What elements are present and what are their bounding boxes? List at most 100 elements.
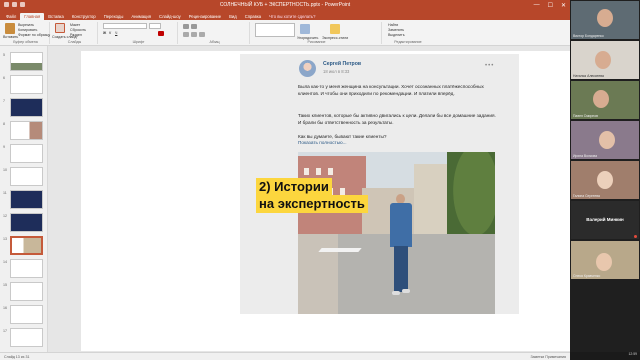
close-button[interactable]: ✕ bbox=[561, 2, 566, 9]
slide-thumbnail[interactable]: 12 bbox=[0, 213, 48, 233]
font-family-select[interactable] bbox=[103, 23, 147, 29]
arrange-icon[interactable] bbox=[300, 24, 310, 34]
participant-tile[interactable]: Валерий Минкин bbox=[571, 201, 639, 239]
participant-tile[interactable]: Павел Смирнов bbox=[571, 81, 639, 119]
slide-thumbnail[interactable]: 16 bbox=[0, 305, 48, 325]
editing-group: Найти Заменить Выделить Редактирование bbox=[384, 22, 432, 44]
window-controls: — ☐ ✕ bbox=[534, 2, 566, 9]
align-left-icon[interactable] bbox=[183, 32, 189, 37]
tab-review[interactable]: Рецензирование bbox=[185, 13, 225, 20]
tab-view[interactable]: Вид bbox=[225, 13, 241, 20]
slide-number: 9 bbox=[3, 145, 5, 149]
section-button[interactable]: Раздел bbox=[70, 33, 82, 37]
slide-number: 16 bbox=[3, 306, 7, 310]
participant-name: Виктор Бондаренко bbox=[573, 34, 604, 38]
minimize-button[interactable]: — bbox=[534, 2, 540, 9]
participant-tile[interactable]: Виктор Бондаренко bbox=[571, 1, 639, 39]
find-button[interactable]: Найти bbox=[388, 23, 398, 27]
participant-video bbox=[596, 253, 612, 271]
replace-button[interactable]: Заменить bbox=[388, 28, 404, 32]
ribbon-tabs: Файл Главная Вставка Конструктор Переход… bbox=[0, 11, 570, 20]
participant-video bbox=[593, 90, 609, 108]
slide-thumbnail[interactable]: 15 bbox=[0, 282, 48, 302]
post-paragraph: Была как-то у меня женщина на консультац… bbox=[298, 84, 484, 97]
slides-group-label: Слайды bbox=[67, 40, 82, 44]
tab-slideshow[interactable]: Слайд-шоу bbox=[155, 13, 185, 20]
editing-group-label: Редактирование bbox=[394, 40, 422, 44]
clipboard-group: Вставить Вырезать Копировать Формат по о… bbox=[2, 22, 50, 44]
reset-button[interactable]: Сбросить bbox=[70, 28, 86, 32]
slide-thumbnail[interactable]: 6 bbox=[0, 75, 48, 95]
participant-tile[interactable]: Наталья Алексеева bbox=[571, 41, 639, 79]
slide-thumbnail[interactable]: 14 bbox=[0, 259, 48, 279]
muted-mic-icon bbox=[634, 235, 637, 238]
show-more-link[interactable]: Показать полностью... bbox=[298, 140, 347, 145]
slide-number: 10 bbox=[3, 168, 7, 172]
slide-thumbnail-selected[interactable]: 13 bbox=[0, 236, 48, 256]
format-painter-button[interactable]: Формат по образцу bbox=[18, 33, 50, 37]
slide-number: 15 bbox=[3, 283, 7, 287]
tab-file[interactable]: Файл bbox=[2, 13, 20, 20]
slide-thumbnail[interactable]: 5 bbox=[0, 52, 48, 72]
numbering-icon[interactable] bbox=[191, 24, 197, 29]
slide-thumbnail[interactable]: 7 bbox=[0, 98, 48, 118]
participant-video bbox=[599, 131, 615, 149]
quick-styles-icon[interactable] bbox=[330, 24, 340, 34]
bullets-icon[interactable] bbox=[183, 24, 189, 29]
font-color-icon[interactable] bbox=[158, 31, 164, 36]
notes-comments-buttons[interactable]: Заметки Примечания bbox=[531, 355, 567, 359]
tab-animations[interactable]: Анимация bbox=[127, 13, 155, 20]
author-avatar bbox=[299, 60, 316, 77]
post-author: Сергей Петров bbox=[323, 61, 362, 67]
select-button[interactable]: Выделить bbox=[388, 33, 405, 37]
bold-icon[interactable]: Ж bbox=[103, 31, 106, 35]
drawing-group-label: Рисование bbox=[307, 40, 326, 44]
tab-insert[interactable]: Вставка bbox=[44, 13, 68, 20]
slide-thumbnail[interactable]: 10 bbox=[0, 167, 48, 187]
slide-heading-line1[interactable]: 2) Истории bbox=[256, 178, 332, 196]
slides-group: Создать слайд Макет Сбросить Раздел Слай… bbox=[52, 22, 98, 44]
status-bar: Слайд 13 из 31 Заметки Примечания bbox=[0, 352, 570, 360]
tab-home[interactable]: Главная bbox=[20, 13, 45, 20]
tell-me-search[interactable]: Что вы хотите сделать? bbox=[265, 13, 319, 20]
slide-thumbnail[interactable]: 9 bbox=[0, 144, 48, 164]
system-tray: 12:59 bbox=[570, 352, 640, 360]
post-paragraph: Таких клиентов, которые бы активно двига… bbox=[298, 113, 496, 126]
font-group-label: Шрифт bbox=[132, 40, 145, 44]
align-right-icon[interactable] bbox=[199, 32, 205, 37]
slide-thumbnail[interactable]: 8 bbox=[0, 121, 48, 141]
more-options-icon[interactable]: ••• bbox=[485, 63, 494, 69]
cut-button[interactable]: Вырезать bbox=[18, 23, 34, 27]
participant-video bbox=[597, 171, 613, 189]
slide-preview bbox=[10, 305, 43, 324]
shapes-gallery[interactable] bbox=[255, 23, 295, 37]
participant-tile[interactable]: Олеся Кравченко bbox=[571, 241, 639, 279]
italic-icon[interactable]: К bbox=[109, 31, 111, 35]
tab-transitions[interactable]: Переходы bbox=[100, 13, 128, 20]
slide-preview bbox=[10, 282, 43, 301]
slide-heading-line2[interactable]: на экспертность bbox=[256, 195, 368, 213]
slide-number: 7 bbox=[3, 99, 5, 103]
slide-preview bbox=[10, 213, 43, 232]
paste-button[interactable]: Вставить bbox=[3, 35, 18, 39]
slide-thumbnail[interactable]: 17 bbox=[0, 328, 48, 348]
font-group: Ж К Ч Шрифт bbox=[100, 22, 178, 44]
paste-icon[interactable] bbox=[5, 23, 15, 34]
font-size-select[interactable] bbox=[149, 23, 161, 29]
new-slide-icon[interactable] bbox=[55, 23, 65, 33]
tab-help[interactable]: Справка bbox=[241, 13, 265, 20]
underline-icon[interactable]: Ч bbox=[115, 31, 117, 35]
slide-thumbnails-pane[interactable]: 5 6 7 8 9 10 11 12 13 14 15 16 17 bbox=[0, 46, 48, 352]
align-center-icon[interactable] bbox=[191, 32, 197, 37]
participant-tile[interactable]: Ирина Волкова bbox=[571, 121, 639, 159]
maximize-button[interactable]: ☐ bbox=[548, 2, 553, 9]
slide-thumbnail[interactable]: 11 bbox=[0, 190, 48, 210]
slide-number: 14 bbox=[3, 260, 7, 264]
copy-button[interactable]: Копировать bbox=[18, 28, 37, 32]
layout-button[interactable]: Макет bbox=[70, 23, 80, 27]
participant-name: Ирина Волкова bbox=[573, 154, 598, 158]
tab-design[interactable]: Конструктор bbox=[68, 13, 100, 20]
participant-video bbox=[597, 9, 613, 27]
person-figure bbox=[392, 291, 400, 295]
participant-tile[interactable]: Галина Сергеева bbox=[571, 161, 639, 199]
